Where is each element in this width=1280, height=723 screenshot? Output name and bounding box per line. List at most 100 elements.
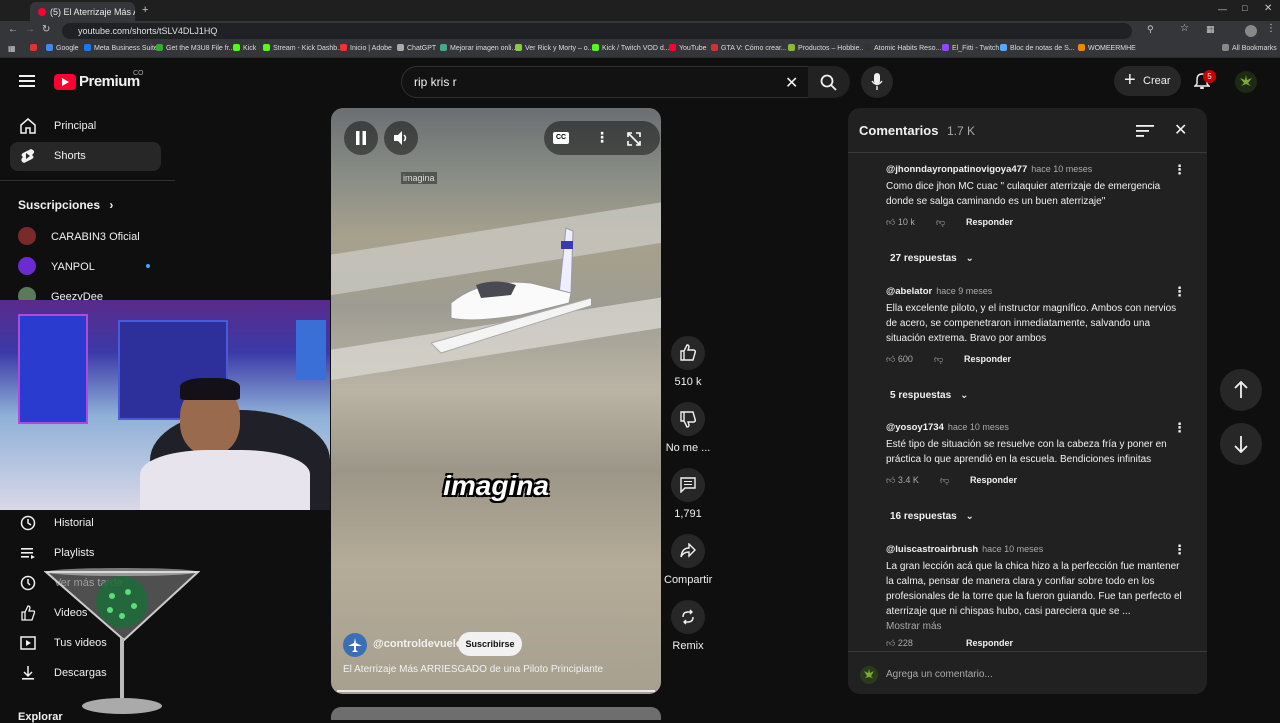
like-action[interactable]: 510 k: [664, 336, 712, 388]
comment-more-icon[interactable]: ⋮: [1173, 162, 1186, 178]
bookmark-item[interactable]: Get the M3U8 File fr...: [156, 44, 234, 52]
pause-button[interactable]: [344, 121, 378, 155]
reload-icon[interactable]: ↻: [42, 24, 50, 35]
thumbs-up-icon[interactable]: 👍︎: [886, 638, 895, 648]
bookmark-item[interactable]: [30, 44, 40, 52]
channel-name[interactable]: @controldevuelo: [373, 638, 463, 650]
subscriptions-header[interactable]: Suscripciones ›: [18, 198, 113, 212]
sort-icon[interactable]: [1136, 124, 1154, 138]
bookmark-item[interactable]: Ver Rick y Morty – o...: [515, 44, 593, 52]
like-button[interactable]: [671, 336, 705, 370]
comments-action[interactable]: 1,791: [664, 468, 712, 520]
subscribe-button[interactable]: Suscribirse: [458, 632, 522, 656]
thumbs-down-icon[interactable]: 👎︎: [934, 354, 943, 365]
apps-icon[interactable]: ▦: [8, 44, 16, 53]
volume-button[interactable]: [384, 121, 418, 155]
bookmark-item[interactable]: Stream - Kick Dashb...: [263, 44, 343, 52]
bookmark-item[interactable]: Bloc de notas de S...: [1000, 44, 1075, 52]
logo-text[interactable]: Premium: [79, 73, 140, 90]
bookmark-star-icon[interactable]: ☆: [1180, 23, 1189, 34]
thumbs-up-icon[interactable]: 👍︎: [886, 354, 895, 364]
view-replies-button[interactable]: 16 respuestas ⌄: [890, 511, 974, 522]
profile-avatar[interactable]: [1245, 25, 1257, 37]
remix-action[interactable]: Remix: [664, 600, 712, 652]
voice-search-button[interactable]: [861, 66, 893, 98]
all-bookmarks[interactable]: All Bookmarks: [1222, 44, 1277, 52]
comment-more-icon[interactable]: ⋮: [1173, 420, 1186, 436]
youtube-logo-icon[interactable]: [54, 74, 76, 90]
browser-menu-icon[interactable]: ⋮: [1266, 23, 1276, 34]
create-button[interactable]: Crear: [1114, 66, 1181, 96]
thumbs-up-icon[interactable]: 👍︎: [886, 217, 895, 227]
bookmark-item[interactable]: Google: [46, 44, 79, 52]
view-replies-button[interactable]: 5 respuestas ⌄: [890, 390, 968, 401]
dislike-action[interactable]: No me ...: [664, 402, 712, 454]
bookmark-item[interactable]: GTA V: Cómo crear...: [711, 44, 787, 52]
browser-tab[interactable]: (5) El Aterrizaje Más ARRIE: [30, 2, 135, 21]
comment-author[interactable]: @jhonndayronpatinovigoya477: [886, 164, 1027, 175]
comments-button[interactable]: [671, 468, 705, 502]
previous-short-button[interactable]: [1220, 369, 1262, 411]
reply-button[interactable]: Responder: [964, 354, 1011, 364]
thumbs-down-icon[interactable]: 👎︎: [936, 217, 945, 228]
bookmark-item[interactable]: Meta Business Suite: [84, 44, 158, 52]
bookmark-item[interactable]: Kick / Twitch VOD d...: [592, 44, 670, 52]
shorts-video-player[interactable]: imagina CC ⋮ imagina @controldevuelo Sus…: [331, 108, 661, 694]
hamburger-menu-icon[interactable]: [19, 74, 35, 88]
video-title[interactable]: El Aterrizaje Más ARRIESGADO de una Pilo…: [343, 664, 603, 675]
bookmark-item[interactable]: WOMEERMHE: [1078, 44, 1136, 52]
comment-more-icon[interactable]: ⋮: [1173, 284, 1186, 300]
close-comments-icon[interactable]: ✕: [1174, 120, 1187, 140]
url-field[interactable]: youtube.com/shorts/tSLV4DLJ1HQ: [62, 23, 1132, 39]
bookmark-item[interactable]: Kick: [233, 44, 256, 52]
next-short-preview[interactable]: [331, 707, 661, 720]
bookmark-item[interactable]: El_Fitti - Twitch: [942, 44, 999, 52]
subscription-item[interactable]: YANPOL: [18, 257, 95, 275]
bookmark-item[interactable]: Inicio | Adobe: [340, 44, 392, 52]
dislike-button[interactable]: [671, 402, 705, 436]
comment-avatar[interactable]: [860, 168, 880, 188]
sidebar-item-principal[interactable]: Principal: [10, 112, 161, 141]
search-input[interactable]: rip kris r: [414, 75, 457, 89]
fullscreen-icon[interactable]: [626, 131, 642, 147]
sidebar-item-historial[interactable]: Historial: [10, 509, 161, 538]
comment-more-icon[interactable]: ⋮: [1173, 542, 1186, 558]
clear-search-icon[interactable]: ✕: [785, 73, 798, 93]
extensions-icon[interactable]: ▦: [1206, 24, 1215, 35]
forward-icon[interactable]: →: [25, 24, 35, 35]
reply-button[interactable]: Responder: [966, 638, 1013, 648]
next-short-button[interactable]: [1220, 423, 1262, 465]
bookmark-item[interactable]: Productos – Hobbie...: [788, 44, 865, 52]
zoom-icon[interactable]: ⚲: [1147, 24, 1154, 35]
back-icon[interactable]: ←: [8, 24, 18, 35]
maximize-icon[interactable]: □: [1242, 3, 1247, 13]
thumbs-up-icon[interactable]: 👍︎: [886, 475, 895, 485]
comment-author[interactable]: @luiscastroairbrush: [886, 544, 978, 555]
captions-cc-icon[interactable]: CC: [553, 132, 569, 144]
bookmark-item[interactable]: YouTube: [669, 44, 707, 52]
bookmark-item[interactable]: Mejorar imagen onli...: [440, 44, 517, 52]
view-replies-button[interactable]: 27 respuestas ⌄: [890, 253, 974, 264]
add-comment-input[interactable]: Agrega un comentario...: [886, 669, 993, 680]
account-avatar[interactable]: [1235, 71, 1257, 93]
share-button[interactable]: [671, 534, 705, 568]
close-window-icon[interactable]: ✕: [1264, 3, 1272, 14]
video-progress-track[interactable]: [337, 690, 655, 692]
sidebar-item-playlists[interactable]: Playlists: [10, 539, 161, 568]
reply-button[interactable]: Responder: [970, 475, 1017, 485]
remix-button[interactable]: [671, 600, 705, 634]
new-tab-icon[interactable]: +: [142, 4, 148, 16]
sidebar-item-shorts[interactable]: Shorts: [10, 142, 161, 171]
search-button[interactable]: [808, 66, 850, 98]
minimize-icon[interactable]: —: [1218, 4, 1227, 14]
bookmark-item[interactable]: Atomic Habits Reso...: [864, 44, 941, 52]
more-options-icon[interactable]: ⋮: [595, 129, 609, 146]
subscription-item[interactable]: CARABIN3 Oficial: [18, 227, 140, 245]
search-box[interactable]: rip kris r ✕: [401, 66, 810, 98]
bookmark-item[interactable]: ChatGPT: [397, 44, 436, 52]
channel-avatar[interactable]: [343, 633, 367, 657]
thumbs-down-icon[interactable]: 👎︎: [940, 475, 949, 486]
show-more-link[interactable]: Mostrar más: [886, 621, 1186, 632]
comment-author[interactable]: @abelator: [886, 286, 932, 297]
comment-author[interactable]: @yosoy1734: [886, 422, 944, 433]
